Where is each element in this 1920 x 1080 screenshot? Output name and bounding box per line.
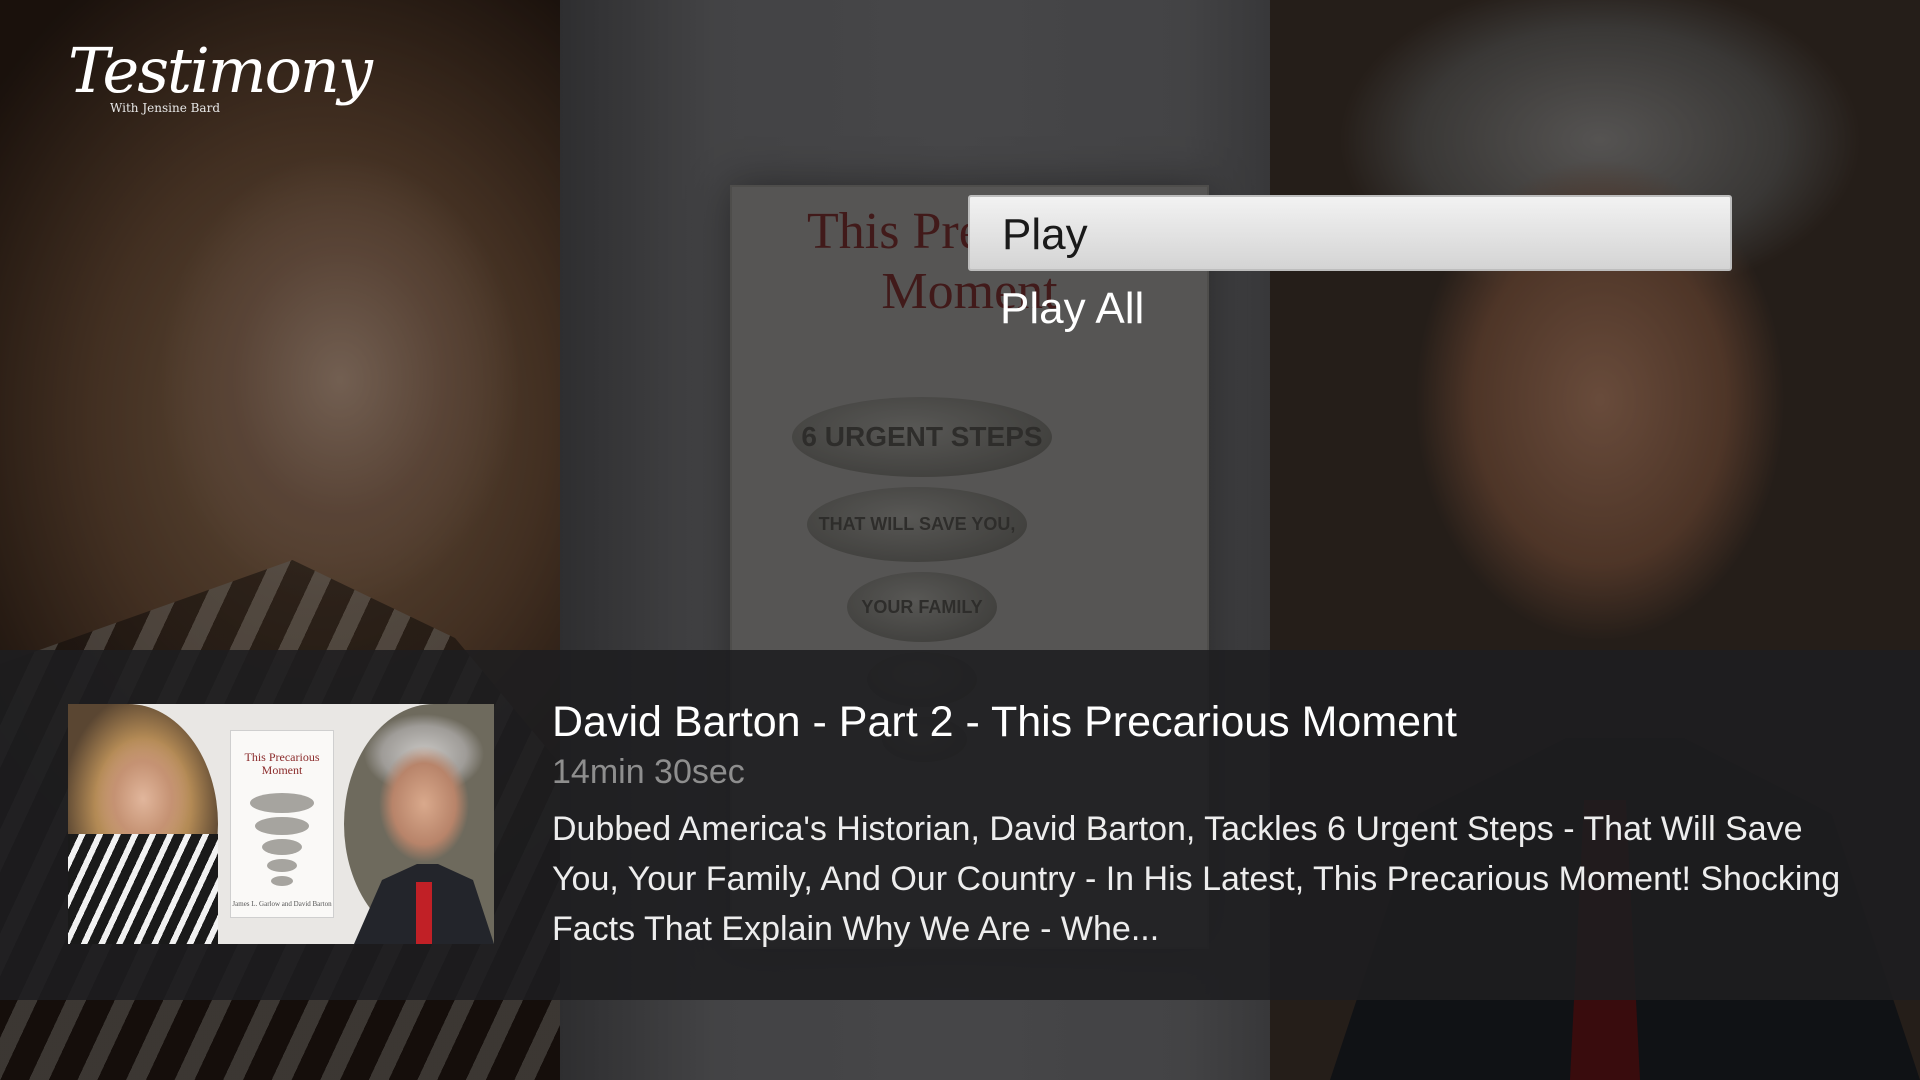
screen: This Precarious Moment 6 URGENT STEPS TH… (0, 0, 1920, 1080)
episode-info-panel: This Precarious Moment James L. Garlow a… (0, 650, 1920, 1000)
channel-logo: Testimony With Jensine Bard (68, 34, 373, 124)
thumbnail-stone-4 (267, 859, 297, 872)
play-button[interactable]: Play (968, 195, 1732, 271)
thumbnail-book: This Precarious Moment James L. Garlow a… (230, 730, 334, 918)
thumbnail-zebra-pattern (68, 834, 218, 944)
play-all-button[interactable]: Play All (968, 271, 1732, 347)
thumbnail-book-title: This Precarious Moment (244, 750, 320, 777)
episode-title: David Barton - Part 2 - This Precarious … (552, 698, 1457, 746)
thumbnail-guest-photo (344, 704, 494, 944)
episode-description: Dubbed America's Historian, David Barton… (552, 810, 1841, 948)
thumbnail-stone-1 (250, 793, 314, 813)
logo-subtitle: With Jensine Bard (110, 101, 220, 115)
episode-duration: 14min 30sec (552, 753, 745, 791)
thumbnail-stone-2 (255, 817, 309, 835)
episode-thumbnail: This Precarious Moment James L. Garlow a… (68, 704, 494, 944)
thumbnail-stone-5 (271, 876, 293, 886)
thumbnail-stone-3 (262, 839, 302, 855)
action-menu: Play Play All (968, 195, 1732, 347)
thumbnail-host-photo (68, 704, 218, 944)
logo-wordmark: Testimony (68, 34, 373, 107)
thumbnail-tie (416, 882, 432, 944)
thumbnail-book-authors: James L. Garlow and David Barton (232, 900, 332, 908)
